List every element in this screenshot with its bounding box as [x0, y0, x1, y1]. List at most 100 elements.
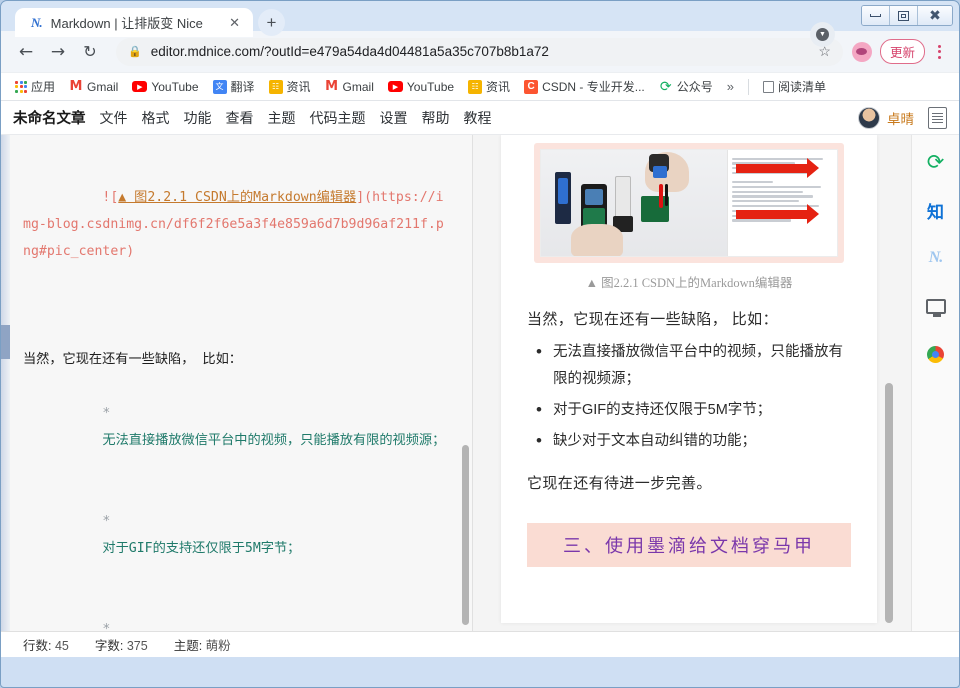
forward-icon[interactable]: → [43, 37, 73, 67]
editor-line-li2: * 对于GIF的支持还仅限于5M字节； [23, 481, 450, 589]
preview-image-frame [534, 143, 844, 263]
preview-paragraph-2: 它现在还有待进一步完善。 [527, 475, 712, 492]
user-name: 卓晴 [887, 111, 914, 127]
bookmark-label: CSDN - 专业开发... [542, 80, 645, 94]
bookmarks-bar: 应用 M Gmail ▶ YouTube 文 翻译 ☷ 资讯 M Gmail ▶… [1, 73, 959, 101]
menu-item-function[interactable]: 功能 [184, 108, 212, 128]
user-area[interactable]: 卓晴 [858, 106, 914, 129]
address-bar[interactable]: 🔒 editor.mdnice.com/?outId=e479a54da4d04… [116, 37, 843, 66]
md-bracket-close: ]( [356, 190, 373, 205]
maximize-button[interactable] [890, 6, 918, 25]
reading-list-icon [762, 80, 774, 93]
lock-icon: 🔒 [128, 46, 142, 58]
editor-line-image: ![▲ 图2.2.1 CSDN上的Markdown编辑器](https://im… [23, 157, 450, 292]
menu-item-theme[interactable]: 主题 [268, 108, 296, 128]
right-sidebar: ⟳ 知 N. [911, 135, 959, 631]
word-count-label: 字数: [94, 639, 124, 653]
wechat-publish-icon[interactable]: ⟳ [923, 149, 949, 175]
document-title[interactable]: 未命名文章 [13, 107, 86, 128]
bookmark-csdn[interactable]: C CSDN - 专业开发... [518, 76, 651, 97]
reload-icon[interactable]: ↻ [75, 37, 105, 67]
screenshot-photo [540, 149, 838, 257]
window-controls: ✖ [861, 5, 953, 26]
new-tab-button[interactable]: + [258, 9, 285, 36]
preview-paragraph-1: 当然，它现在还有一些缺陷， 比如： [527, 311, 778, 328]
photo-table-panel [727, 150, 837, 256]
editor-line-li3: * 缺少对于文本自动纠错的功能； [23, 589, 450, 631]
reading-list-button[interactable]: 阅读清单 [757, 76, 832, 97]
preview-card: ▲ 图2.2.1 CSDN上的Markdown编辑器 当然，它现在还有一些缺陷，… [501, 135, 877, 623]
menu-item-view[interactable]: 查看 [226, 108, 254, 128]
browser-tab[interactable]: N. Markdown | 让排版变 Nice ✕ [15, 8, 253, 37]
md-list-item-text: 对于GIF的支持还仅限于5M字节； [102, 541, 301, 556]
line-count: 行数: 45 [23, 635, 69, 654]
back-icon[interactable]: ← [11, 37, 41, 67]
editor-blank-line [23, 292, 450, 319]
bookmark-gmail-2[interactable]: M Gmail [319, 78, 380, 96]
youtube-icon: ▶ [387, 81, 403, 92]
bookmark-label: 公众号 [676, 80, 713, 94]
chrome-extension-icon[interactable] [923, 341, 949, 367]
youtube-icon: ▶ [132, 81, 148, 92]
preview-scrollbar-thumb[interactable] [885, 383, 893, 623]
mdnice-icon[interactable]: N. [923, 245, 949, 271]
desktop-preview-icon[interactable] [923, 293, 949, 319]
list-item: 对于GIF的支持还仅限于5M字节； [531, 396, 851, 424]
close-window-button[interactable]: ✖ [918, 6, 952, 25]
md-list-item-text: 无法直接播放微信平台中的视频，只能播放有限的视频源； [102, 433, 446, 448]
main-area: ![▲ 图2.2.1 CSDN上的Markdown编辑器](https://im… [1, 135, 959, 631]
bookmarks-overflow-icon[interactable]: » [721, 79, 740, 94]
bookmark-gongzhonghao[interactable]: ⟳ 公众号 [653, 76, 719, 97]
editor-scrollbar-thumb[interactable] [462, 445, 469, 625]
bookmark-translate[interactable]: 文 翻译 [207, 76, 261, 97]
bookmark-apps[interactable]: 应用 [9, 76, 61, 97]
bookmark-label: Gmail [87, 79, 119, 94]
md-paren-close: ) [126, 244, 135, 259]
mdnice-favicon-icon: N. [31, 14, 43, 30]
editor-line-li1: * 无法直接播放微信平台中的视频，只能播放有限的视频源； [23, 373, 450, 481]
editor-line-para1: 当然，它现在还有一些缺陷， 比如： [23, 352, 242, 367]
md-bullet: * [102, 622, 111, 631]
csdn-icon: C [524, 79, 539, 94]
spiral-icon: ⟳ [659, 78, 672, 94]
markdown-editor-pane[interactable]: ![▲ 图2.2.1 CSDN上的Markdown编辑器](https://im… [1, 135, 473, 631]
menu-item-file[interactable]: 文件 [100, 108, 128, 128]
editor-content[interactable]: ![▲ 图2.2.1 CSDN上的Markdown编辑器](https://im… [1, 135, 472, 631]
menu-item-help[interactable]: 帮助 [422, 108, 450, 128]
theme-indicator: 主题: 萌粉 [174, 635, 231, 654]
menu-item-tutorial[interactable]: 教程 [464, 108, 492, 128]
browser-window: N. Markdown | 让排版变 Nice ✕ + ✖ ← → ↻ 🔒 ed… [0, 0, 960, 688]
zhihu-icon[interactable]: 知 [923, 197, 949, 223]
profile-avatar-icon[interactable] [851, 41, 872, 62]
bookmark-news-2[interactable]: ☷ 资讯 [462, 76, 516, 97]
bookmark-label: 应用 [31, 80, 56, 94]
chrome-menu-icon[interactable] [929, 44, 949, 59]
bookmark-gmail-1[interactable]: M Gmail [63, 78, 124, 96]
status-bar: 行数: 45 字数: 375 主题: 萌粉 [1, 631, 959, 657]
preview-list: 无法直接播放微信平台中的视频，只能播放有限的视频源； 对于GIF的支持还仅限于5… [531, 338, 851, 455]
close-tab-icon[interactable]: ✕ [226, 15, 243, 31]
word-count-value: 375 [126, 639, 148, 653]
line-count-label: 行数: [23, 639, 52, 653]
bookmark-label: Gmail [342, 79, 374, 94]
url-text: editor.mdnice.com/?outId=e479a54da4d0448… [150, 44, 549, 59]
bookmark-news-1[interactable]: ☷ 资讯 [263, 76, 317, 97]
translate-icon: 文 [212, 79, 227, 94]
photo-hardware-scene [541, 150, 728, 256]
md-bullet: * [102, 514, 111, 529]
editor-scrollbar[interactable] [462, 135, 469, 631]
document-list-icon[interactable] [928, 106, 947, 129]
menu-item-settings[interactable]: 设置 [380, 108, 408, 128]
menu-item-format[interactable]: 格式 [142, 108, 170, 128]
bookmark-youtube-2[interactable]: ▶ YouTube [382, 78, 460, 96]
bookmark-youtube-1[interactable]: ▶ YouTube [126, 78, 204, 96]
download-indicator-icon[interactable]: ▼ [810, 22, 835, 47]
minimize-button[interactable] [862, 6, 890, 25]
md-image-bang: ![ [102, 190, 119, 205]
avatar [858, 106, 880, 129]
menu-item-code-theme[interactable]: 代码主题 [310, 108, 366, 128]
reading-list-label: 阅读清单 [777, 80, 826, 94]
update-button[interactable]: 更新 [879, 39, 925, 64]
theme-label: 主题: [173, 639, 203, 653]
preview-scrollbar[interactable] [885, 135, 893, 631]
